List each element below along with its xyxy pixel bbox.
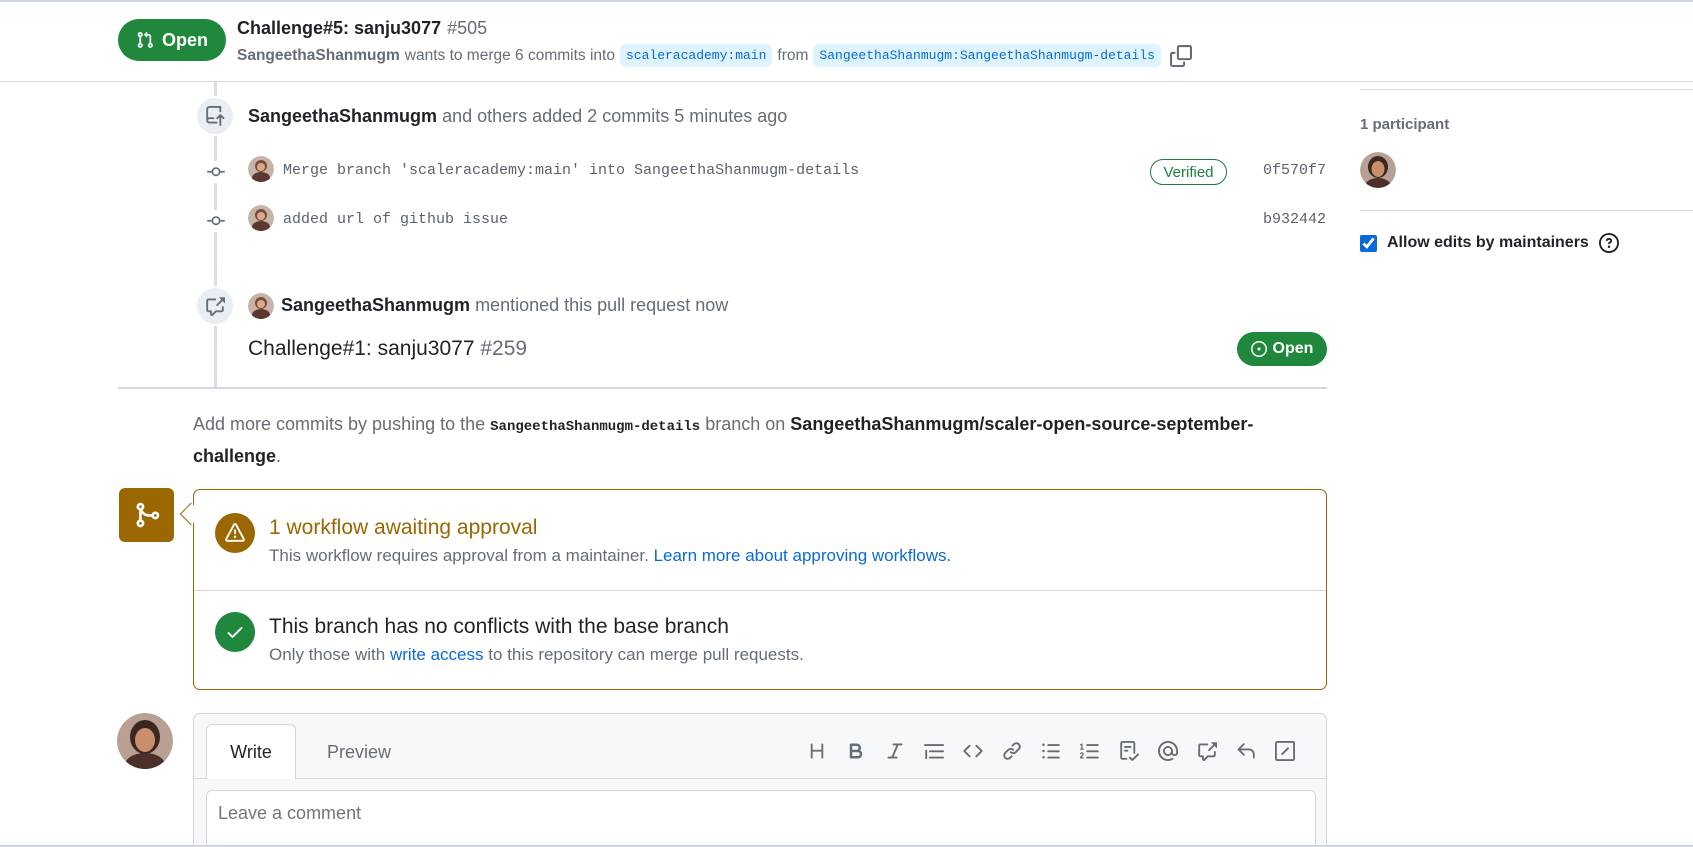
commits-added-event: SangeethaShanmugm and others added 2 com…: [248, 106, 787, 127]
conflict-title: This branch has no conflicts with the ba…: [269, 615, 729, 638]
mention-icon[interactable]: [1155, 738, 1181, 764]
merge-box-divider: [194, 590, 1326, 591]
task-list-icon[interactable]: [1116, 738, 1142, 764]
commit-icon: [205, 210, 227, 232]
ordered-list-icon[interactable]: [1077, 738, 1103, 764]
timeline-divider: [118, 387, 1327, 389]
pr-state-badge: Open: [118, 19, 226, 61]
from-text: from: [777, 46, 809, 64]
git-merge-icon: [136, 502, 159, 528]
referenced-pr-state: Open: [1272, 340, 1314, 357]
timeline-mention-badge: [195, 286, 235, 326]
participants-label: 1 participant: [1360, 116, 1450, 133]
pull-request-icon: [137, 31, 153, 48]
pr-state-label: Open: [161, 29, 208, 50]
pr-number: #505: [447, 18, 488, 38]
write-access-link[interactable]: write access: [390, 645, 484, 664]
cross-reference-icon[interactable]: [1194, 738, 1220, 764]
commit-sha-link[interactable]: 0f570f7: [1263, 162, 1326, 179]
pr-author-link[interactable]: SangeethaShanmugm: [237, 47, 400, 65]
italic-icon[interactable]: [882, 738, 908, 764]
avatar[interactable]: [248, 293, 274, 319]
check-icon: [227, 627, 243, 638]
avatar[interactable]: [248, 205, 274, 231]
mention-event: SangeethaShanmugm mentioned this pull re…: [281, 295, 728, 316]
commit-message-link[interactable]: Merge branch 'scaleracademy:main' into S…: [283, 162, 859, 179]
workflow-title: 1 workflow awaiting approval: [269, 516, 538, 539]
approving-workflows-link[interactable]: Learn more about approving workflows.: [654, 546, 952, 565]
pr-sticky-header: Open Challenge#5: sanju3077 #505 Sangeeth…: [0, 2, 1693, 82]
commit-sha-link[interactable]: b932442: [1263, 211, 1326, 228]
quote-icon[interactable]: [921, 738, 947, 764]
workflow-description: This workflow requires approval from a m…: [269, 546, 951, 566]
event-author-link[interactable]: SangeethaShanmugm: [248, 106, 437, 126]
merge-box: 1 workflow awaiting approval This workfl…: [193, 489, 1327, 690]
copy-icon[interactable]: [1169, 44, 1192, 67]
question-icon[interactable]: [1598, 233, 1619, 253]
timeline-commits-badge: [195, 96, 235, 136]
verified-badge[interactable]: Verified: [1150, 159, 1227, 185]
tab-write[interactable]: Write: [206, 724, 296, 779]
heading-icon[interactable]: [804, 738, 830, 764]
pr-title[interactable]: Challenge#5: sanju3077 #505: [237, 18, 487, 39]
referenced-pr-state-badge: Open: [1237, 332, 1327, 366]
push-hint: Add more commits by pushing to the Sange…: [193, 410, 1313, 471]
conflict-description: Only those with write access to this rep…: [269, 645, 804, 665]
push-hint-branch: SangeethaShanmugm-details: [490, 419, 701, 435]
current-user-avatar[interactable]: [117, 713, 173, 769]
unordered-list-icon[interactable]: [1038, 738, 1064, 764]
allow-edits-label[interactable]: Allow edits by maintainers: [1387, 234, 1589, 252]
slash-command-icon[interactable]: [1272, 738, 1298, 764]
referenced-pr-link[interactable]: Challenge#1: sanju3077 #259: [248, 337, 527, 361]
conflict-status-icon: [215, 612, 255, 652]
allow-edits-option: Allow edits by maintainers: [1360, 233, 1619, 253]
bold-icon[interactable]: [843, 738, 869, 764]
comment-textarea[interactable]: [206, 790, 1316, 847]
pr-merge-info: SangeethaShanmugm wants to merge 6 commi…: [237, 44, 1192, 67]
code-icon[interactable]: [960, 738, 986, 764]
link-icon[interactable]: [999, 738, 1025, 764]
issue-opened-icon: [1250, 341, 1267, 357]
tab-preview[interactable]: Preview: [314, 734, 404, 770]
merge-status-icon: [119, 488, 174, 542]
comment-form: Write Preview: [193, 713, 1327, 847]
conflict-prefix: Only those with: [269, 645, 386, 664]
referenced-pr-number: #259: [480, 337, 528, 360]
head-branch-chip[interactable]: SangeethaShanmugm:SangeethaShanmugm-deta…: [813, 44, 1161, 67]
repo-push-icon: [206, 106, 225, 126]
referenced-pr-title: Challenge#1: sanju3077: [248, 337, 475, 360]
push-hint-prefix: Add more commits by pushing to the: [193, 414, 486, 434]
base-branch-chip[interactable]: scaleracademy:main: [619, 44, 773, 67]
event-description: mentioned this pull request now: [475, 295, 729, 315]
pr-title-text: Challenge#5: sanju3077: [237, 18, 442, 38]
merge-text: wants to merge 6 commits into: [404, 46, 615, 64]
conflict-suffix: to this repository can merge pull reques…: [488, 645, 804, 664]
event-description: and others added 2 commits 5 minutes ago: [442, 106, 788, 126]
workflow-text: This workflow requires approval from a m…: [269, 546, 649, 565]
push-hint-suffix: .: [276, 446, 282, 466]
commit-message-link[interactable]: added url of github issue: [283, 211, 508, 228]
event-author-link[interactable]: SangeethaShanmugm: [281, 295, 470, 315]
avatar[interactable]: [248, 156, 274, 182]
sidebar-divider: [1360, 210, 1693, 211]
reply-icon[interactable]: [1233, 738, 1259, 764]
workflow-status-icon: [215, 513, 255, 553]
participant-avatar[interactable]: [1360, 152, 1396, 188]
tabs-divider: [194, 778, 1326, 779]
sidebar-divider: [1360, 89, 1693, 90]
cross-reference-icon: [206, 297, 225, 316]
push-hint-middle: branch on: [705, 414, 786, 434]
commit-icon: [205, 161, 227, 183]
allow-edits-checkbox[interactable]: [1360, 234, 1377, 252]
alert-icon: [225, 523, 245, 542]
markdown-toolbar: [804, 738, 1298, 764]
